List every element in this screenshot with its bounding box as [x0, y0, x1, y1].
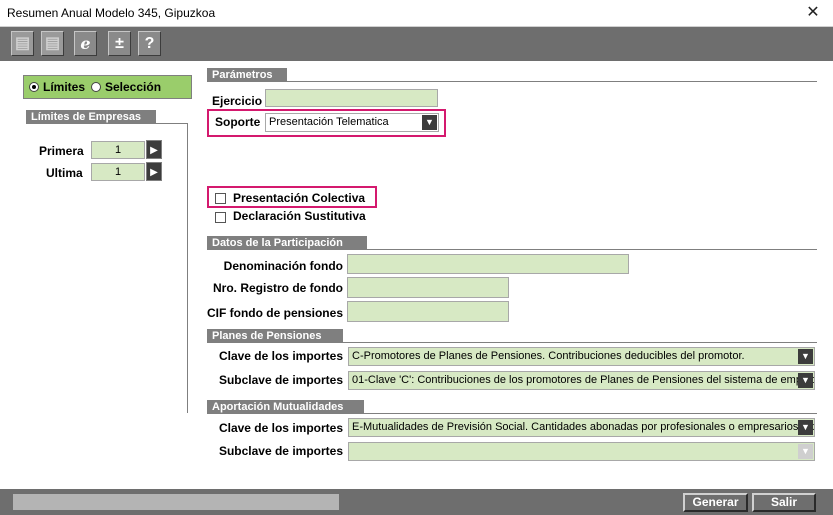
registro-input[interactable] [347, 277, 509, 298]
denominacion-input[interactable] [347, 254, 629, 274]
toolbar: ▤ ▤ e ± ? [0, 27, 833, 61]
limites-header: Límites de Empresas [26, 110, 156, 124]
main-panel: Límites Selección Límites de Empresas Pr… [0, 61, 833, 489]
mutualidades-clave-label: Clave de los importes [218, 421, 343, 435]
mutualidades-header: Aportación Mutualidades [207, 400, 364, 414]
window-title: Resumen Anual Modelo 345, Gipuzkoa [7, 6, 216, 20]
mutualidades-header-line [364, 413, 817, 414]
primera-arrow-icon[interactable]: ▶ [146, 140, 162, 159]
participacion-header: Datos de la Participación [207, 236, 367, 250]
ultima-arrow-icon[interactable]: ▶ [146, 162, 162, 181]
cif-input[interactable] [347, 301, 509, 322]
ejercicio-label: Ejercicio [212, 94, 263, 108]
cif-label: CIF fondo de pensiones [206, 306, 343, 320]
plus-minus-icon[interactable]: ± [108, 31, 131, 56]
presentacion-colectiva-label[interactable]: Presentación Colectiva [233, 191, 365, 205]
soporte-select[interactable]: Presentación Telematica ▼ [265, 113, 439, 132]
footer-bar: Generar Salir [0, 489, 833, 515]
primera-input[interactable]: 1 [91, 141, 145, 159]
chevron-down-icon[interactable]: ▼ [798, 420, 813, 435]
presentacion-colectiva-checkbox[interactable] [215, 193, 226, 204]
mutualidades-clave-value: E-Mutualidades de Previsión Social. Cant… [352, 421, 815, 433]
chevron-down-icon[interactable]: ▼ [798, 444, 813, 459]
mutualidades-subclave-select[interactable]: ▼ [348, 442, 815, 461]
parametros-header: Parámetros [207, 68, 287, 82]
ejercicio-input[interactable] [265, 89, 438, 107]
left-column-divider [187, 123, 188, 413]
registro-label: Nro. Registro de fondo [213, 281, 343, 295]
chevron-down-icon[interactable]: ▼ [798, 349, 813, 364]
ultima-input[interactable]: 1 [91, 163, 145, 181]
print-icon[interactable]: ▤ [11, 31, 34, 56]
planes-header-line [343, 342, 817, 343]
mutualidades-clave-select[interactable]: E-Mutualidades de Previsión Social. Cant… [348, 418, 815, 437]
denominacion-label: Denominación fondo [223, 259, 343, 273]
title-bar: Resumen Anual Modelo 345, Gipuzkoa ✕ [0, 0, 833, 27]
radio-seleccion[interactable] [91, 82, 101, 92]
planes-clave-select[interactable]: C-Promotores de Planes de Pensiones. Con… [348, 347, 815, 366]
preview-icon[interactable]: ▤ [41, 31, 64, 56]
range-selector: Límites Selección [23, 75, 192, 99]
progress-bar [13, 494, 339, 510]
close-icon[interactable]: ✕ [803, 3, 823, 23]
chevron-down-icon[interactable]: ▼ [422, 115, 437, 130]
salir-button[interactable]: Salir [752, 493, 816, 512]
radio-limites-label[interactable]: Límites [43, 80, 85, 94]
declaracion-sustitutiva-label[interactable]: Declaración Sustitutiva [233, 209, 366, 223]
generar-button[interactable]: Generar [683, 493, 748, 512]
internet-explorer-icon[interactable]: e [74, 31, 97, 56]
soporte-value: Presentación Telematica [269, 116, 389, 128]
declaracion-sustitutiva-checkbox[interactable] [215, 212, 226, 223]
primera-label: Primera [39, 144, 84, 158]
planes-clave-value: C-Promotores de Planes de Pensiones. Con… [352, 350, 745, 362]
participacion-header-line [367, 249, 817, 250]
planes-subclave-select[interactable]: 01-Clave 'C': Contribuciones de los prom… [348, 371, 815, 390]
planes-header: Planes de Pensiones [207, 329, 343, 343]
planes-clave-label: Clave de los importes [218, 349, 343, 363]
radio-seleccion-label[interactable]: Selección [105, 80, 161, 94]
help-icon[interactable]: ? [138, 31, 161, 56]
planes-subclave-value: 01-Clave 'C': Contribuciones de los prom… [352, 374, 815, 386]
radio-limites[interactable] [29, 82, 39, 92]
parametros-header-line [287, 81, 817, 82]
ultima-label: Ultima [46, 166, 83, 180]
soporte-label: Soporte [215, 115, 261, 129]
mutualidades-subclave-label: Subclave de importes [218, 444, 343, 458]
limites-header-line [156, 123, 188, 124]
planes-subclave-label: Subclave de importes [218, 373, 343, 387]
chevron-down-icon[interactable]: ▼ [798, 373, 813, 388]
